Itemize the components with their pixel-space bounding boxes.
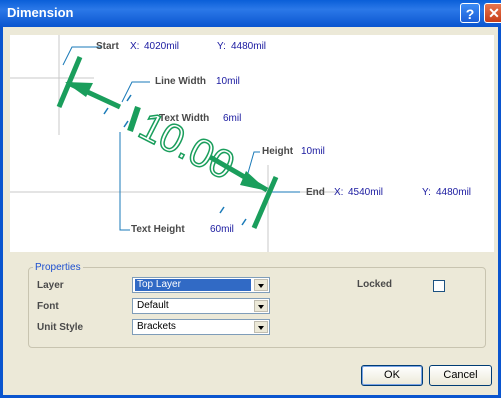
locked-checkbox[interactable] <box>433 280 445 292</box>
close-button[interactable]: ✕ <box>484 3 501 23</box>
dimension-diagram: 10.00 Start X: 4020mil Y: 4480mil Line W… <box>10 35 494 252</box>
layer-label: Layer <box>37 280 64 291</box>
end-x-prefix: X: <box>334 187 344 198</box>
line-width-value: 10mil <box>216 76 240 87</box>
line-width-leader <box>121 81 150 103</box>
text-height-label: Text Height <box>131 224 185 235</box>
start-label: Start <box>96 41 119 52</box>
text-width-value: 6mil <box>223 113 242 124</box>
font-label: Font <box>37 301 59 312</box>
tick-mark <box>103 107 109 115</box>
cancel-button[interactable]: Cancel <box>429 365 492 386</box>
tick-mark <box>126 94 132 102</box>
font-select[interactable]: Default <box>132 298 270 314</box>
properties-legend: Properties <box>35 262 81 273</box>
end-y-prefix: Y: <box>422 187 431 198</box>
height-label: Height <box>262 146 294 157</box>
text-height-value: 60mil <box>210 224 234 235</box>
window-title: Dimension <box>7 5 74 20</box>
line-width-label: Line Width <box>155 76 207 87</box>
start-y-prefix: Y: <box>217 41 226 52</box>
ok-button[interactable]: OK <box>361 365 423 386</box>
tick-mark <box>219 206 225 214</box>
start-x-value: 4020mil <box>144 41 180 52</box>
unit-style-select[interactable]: Brackets <box>132 319 270 335</box>
title-bar: Dimension ? ✕ <box>0 0 501 27</box>
end-x-value: 4540mil <box>348 187 384 198</box>
layer-select[interactable]: Top Layer <box>132 277 270 293</box>
diagram-graphic: 10.00 <box>10 35 340 252</box>
chevron-down-icon[interactable] <box>254 279 268 291</box>
chevron-down-icon[interactable] <box>254 321 268 333</box>
start-x-prefix: X: <box>130 41 140 52</box>
text-width-label: Text Width <box>159 113 210 124</box>
tick-mark <box>241 218 247 226</box>
unit-style-select-value: Brackets <box>137 321 176 332</box>
height-leader <box>247 151 260 174</box>
start-y-value: 4480mil <box>231 41 267 52</box>
font-select-value: Default <box>137 300 169 311</box>
help-icon: ? <box>465 6 475 22</box>
locked-label: Locked <box>357 279 393 290</box>
tick-mark <box>123 120 129 128</box>
close-icon: ✕ <box>488 5 500 21</box>
unit-style-label: Unit Style <box>37 322 84 333</box>
bracket-mark <box>127 106 141 132</box>
height-value: 10mil <box>301 146 325 157</box>
end-y-value: 4480mil <box>436 187 472 198</box>
chevron-down-icon[interactable] <box>254 300 268 312</box>
layer-select-value: Top Layer <box>135 279 251 291</box>
end-label: End <box>306 187 325 198</box>
text-height-leader <box>119 132 130 231</box>
help-button[interactable]: ? <box>460 3 480 23</box>
